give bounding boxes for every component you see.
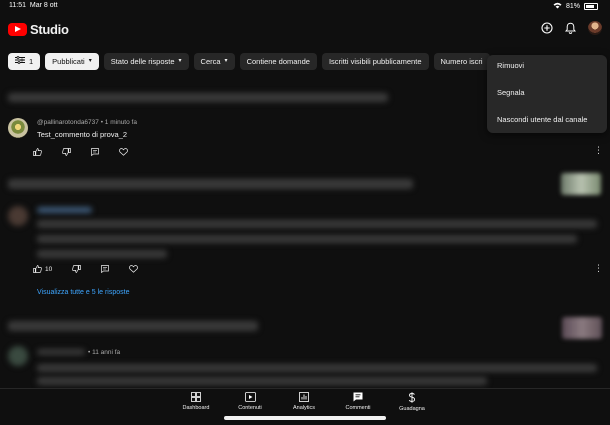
create-icon[interactable] — [541, 22, 553, 34]
dislike-icon[interactable] — [62, 148, 71, 156]
nav-earn[interactable]: Guadagna — [392, 392, 432, 412]
filter-sliders-icon — [15, 53, 25, 70]
like-icon[interactable] — [33, 148, 42, 156]
filter-count: 1 — [29, 57, 34, 66]
chip-contains-questions[interactable]: Contiene domande — [239, 53, 317, 70]
comment-time: 1 minuto fa — [104, 119, 137, 126]
comment-text: Test_commento di prova_2 — [37, 130, 128, 139]
home-indicator[interactable] — [224, 416, 386, 420]
heart-icon[interactable] — [119, 148, 128, 156]
account-avatar[interactable] — [588, 21, 602, 35]
chip-search[interactable]: Cerca ▾ — [193, 53, 235, 70]
comment-meta: @pallinarotonda6737 • 1 minuto fa — [37, 119, 137, 126]
blurred-video-title — [8, 321, 258, 331]
status-time-date: 11:51 Mar 8 ott — [9, 2, 58, 9]
filter-chip-bar: 1 Pubblicati ▾ Stato delle risposte ▾ Cerc… — [8, 53, 490, 71]
blurred-comment-row — [8, 93, 388, 102]
chip-subscriber-count[interactable]: Numero iscri — [433, 53, 490, 70]
chip-published[interactable]: Pubblicati ▾ — [45, 53, 99, 70]
nav-label: Commenti — [345, 405, 371, 411]
commenter-avatar[interactable] — [8, 118, 28, 138]
video-thumbnail[interactable] — [561, 173, 601, 195]
wifi-icon — [553, 2, 562, 11]
app-name: Studio — [30, 22, 69, 37]
dashboard-icon — [176, 392, 216, 402]
menu-item-hide-user[interactable]: Nascondi utente dal canale — [497, 115, 587, 124]
nav-analytics[interactable]: Analytics — [284, 392, 324, 411]
comment-context-menu: Rimuovi Segnala Nascondi utente dal cana… — [487, 55, 607, 133]
blurred-video-title — [8, 179, 413, 189]
view-replies-link[interactable]: Visualizza tutte e 5 le risposte — [37, 289, 129, 296]
like-button[interactable]: 10 — [33, 265, 52, 273]
menu-item-remove[interactable]: Rimuovi — [497, 61, 524, 70]
chip-public-subscribers[interactable]: Iscritti visibili pubblicamente — [321, 53, 429, 70]
chevron-down-icon: ▾ — [88, 58, 92, 64]
comments-icon — [338, 392, 378, 402]
video-thumbnail[interactable] — [562, 317, 602, 339]
comment-author[interactable]: @pallinarotonda6737 — [37, 119, 99, 126]
blurred-comment-text — [37, 377, 487, 385]
battery-percent: 81% — [565, 3, 580, 10]
status-bar: 11:51 Mar 8 ott 81% — [0, 0, 610, 12]
filter-button[interactable]: 1 — [8, 53, 41, 70]
nav-dashboard[interactable]: Dashboard — [176, 392, 216, 411]
reply-icon[interactable] — [91, 148, 99, 156]
chevron-down-icon: ▾ — [178, 58, 182, 64]
nav-label: Contenuti — [238, 405, 262, 411]
blurred-author — [37, 349, 85, 355]
more-options-icon[interactable]: ⋮ — [594, 146, 603, 155]
battery-icon — [584, 3, 598, 10]
nav-label: Dashboard — [182, 405, 210, 411]
chip-reply-status[interactable]: Stato delle risposte ▾ — [103, 53, 189, 70]
commenter-avatar-blurred[interactable] — [8, 346, 28, 366]
content-icon — [230, 392, 270, 402]
more-options-icon[interactable]: ⋮ — [594, 264, 603, 273]
nav-label: Guadagna — [399, 406, 425, 412]
analytics-icon — [284, 392, 324, 402]
like-count: 10 — [45, 265, 53, 273]
notifications-bell-icon[interactable] — [565, 22, 576, 34]
nav-label: Analytics — [292, 405, 315, 411]
nav-comments[interactable]: Commenti — [338, 392, 378, 411]
dislike-icon[interactable] — [72, 265, 82, 273]
nav-content[interactable]: Contenuti — [230, 392, 270, 411]
blurred-comment-text — [37, 220, 597, 228]
blurred-comment-text — [37, 364, 597, 372]
blurred-author — [37, 207, 92, 213]
reply-icon[interactable] — [101, 265, 110, 273]
commenter-avatar-blurred[interactable] — [8, 206, 28, 226]
menu-item-report[interactable]: Segnala — [497, 88, 525, 97]
top-app-bar: Studio — [0, 12, 610, 46]
comment-actions: 10 — [33, 265, 139, 273]
studio-logo[interactable]: Studio — [8, 22, 69, 37]
youtube-logo-icon — [8, 23, 27, 36]
dollar-icon — [392, 392, 432, 403]
like-icon — [33, 265, 42, 273]
heart-icon[interactable] — [129, 265, 139, 273]
blurred-comment-text — [37, 235, 577, 243]
chevron-down-icon: ▾ — [224, 58, 228, 64]
blurred-comment-text — [37, 250, 167, 258]
comment-time: • 11 anni fa — [88, 349, 121, 356]
comment-actions — [33, 148, 128, 156]
